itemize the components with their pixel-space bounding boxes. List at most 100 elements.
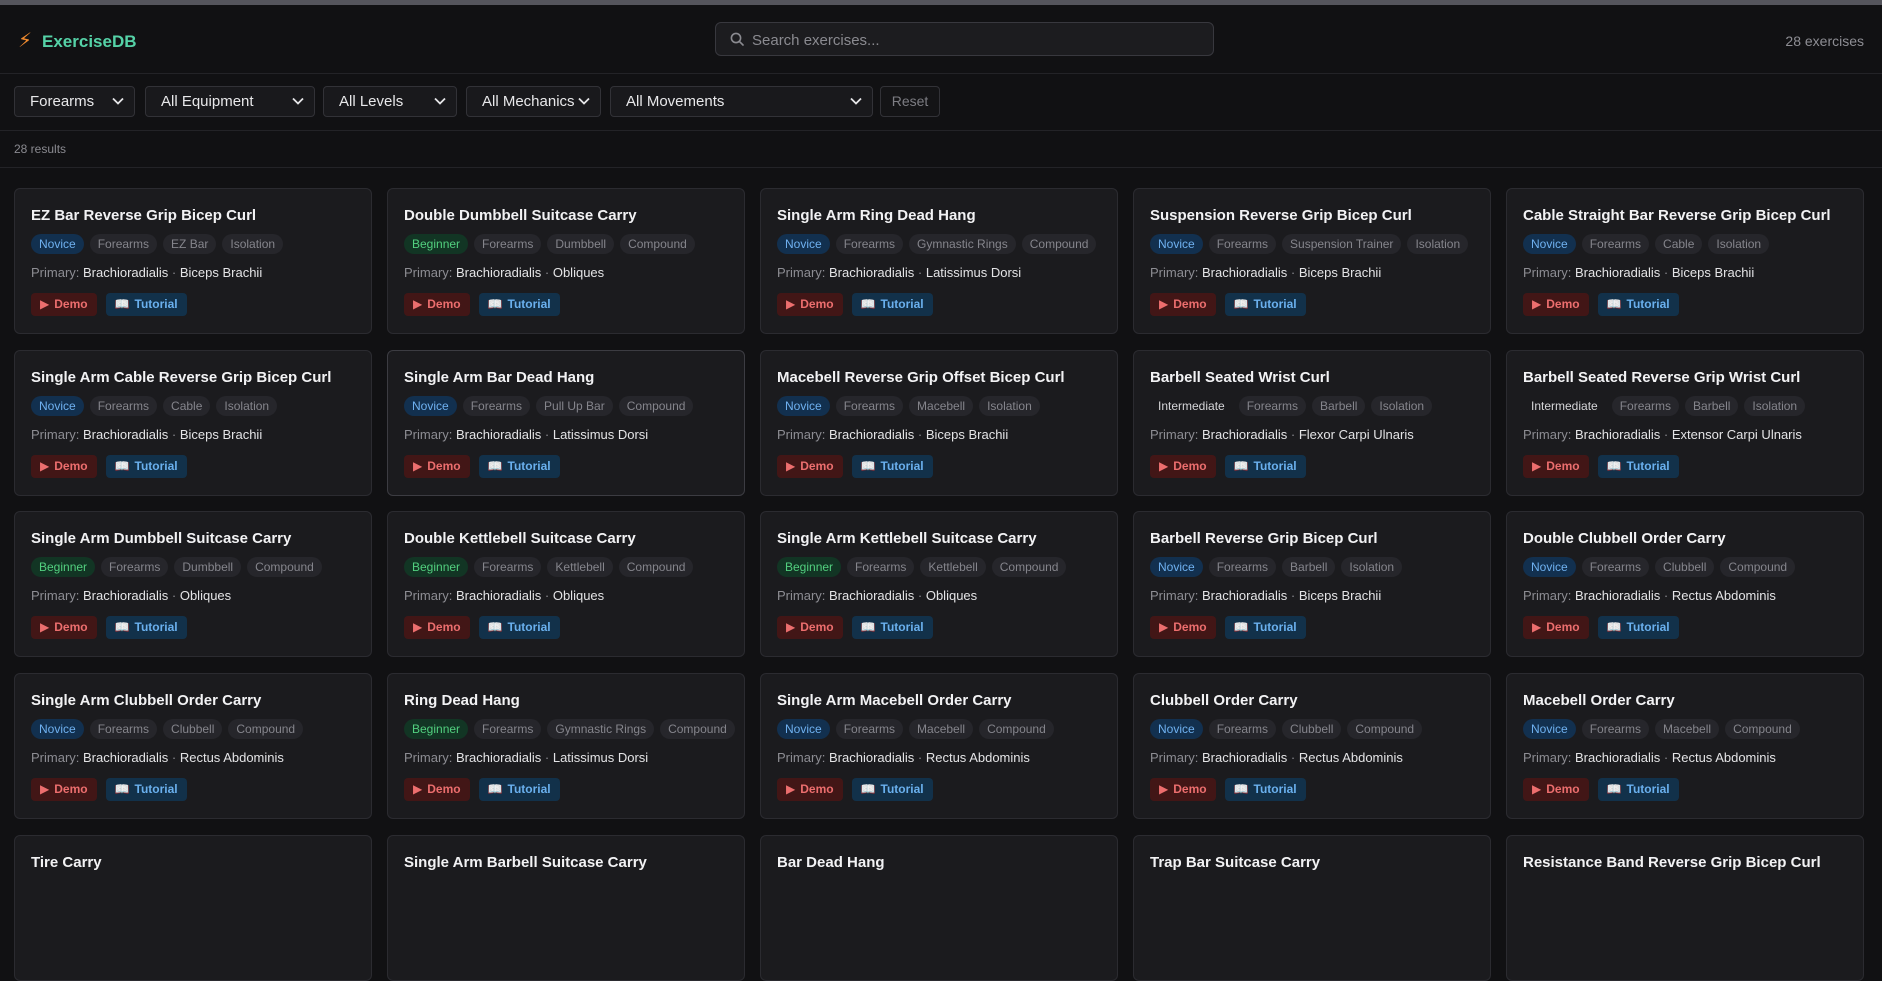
demo-button[interactable]: ▶ Demo (404, 293, 470, 316)
tutorial-button[interactable]: 📖 Tutorial (478, 455, 560, 478)
exercise-title[interactable]: Macebell Reverse Grip Offset Bicep Curl (777, 369, 1065, 386)
exercise-card[interactable]: Double Kettlebell Suitcase Carry Beginner… (387, 511, 745, 657)
tutorial-button[interactable]: 📖 Tutorial (1224, 616, 1306, 639)
demo-button[interactable]: ▶ Demo (1150, 616, 1216, 639)
exercise-card[interactable]: Resistance Band Reverse Grip Bicep Curl (1506, 835, 1864, 981)
demo-button[interactable]: ▶ Demo (777, 778, 843, 801)
exercise-card[interactable]: Double Clubbell Order Carry Novice Forearm… (1506, 511, 1864, 657)
demo-button[interactable]: ▶ Demo (31, 455, 97, 478)
exercise-card[interactable]: Single Arm Dumbbell Suitcase Carry Beginn… (14, 511, 372, 657)
muscle-filter-select[interactable]: Forearms (14, 86, 135, 117)
demo-button[interactable]: ▶ Demo (31, 778, 97, 801)
exercise-card[interactable]: Barbell Reverse Grip Bicep Curl Novice For… (1133, 511, 1491, 657)
equipment-filter-select[interactable]: All Equipment (145, 86, 315, 117)
exercise-title[interactable]: Bar Dead Hang (777, 854, 885, 871)
exercise-title[interactable]: Single Arm Kettlebell Suitcase Carry (777, 530, 1037, 547)
exercise-title[interactable]: Tire Carry (31, 854, 102, 871)
exercise-card[interactable]: Single Arm Bar Dead Hang Novice Forearms Pu… (387, 350, 745, 496)
demo-button[interactable]: ▶ Demo (777, 455, 843, 478)
demo-button[interactable]: ▶ Demo (404, 455, 470, 478)
exercise-title[interactable]: Double Dumbbell Suitcase Carry (404, 207, 637, 224)
level-filter-select[interactable]: All Levels (323, 86, 457, 117)
exercise-title[interactable]: Barbell Reverse Grip Bicep Curl (1150, 530, 1378, 547)
exercise-card[interactable]: Macebell Reverse Grip Offset Bicep Curl N… (760, 350, 1118, 496)
exercise-title[interactable]: Single Arm Macebell Order Carry (777, 692, 1012, 709)
exercise-title[interactable]: Resistance Band Reverse Grip Bicep Curl (1523, 854, 1821, 871)
exercise-card[interactable]: Single Arm Cable Reverse Grip Bicep Curl… (14, 350, 372, 496)
demo-button[interactable]: ▶ Demo (31, 293, 97, 316)
demo-button[interactable]: ▶ Demo (1523, 455, 1589, 478)
tutorial-button[interactable]: 📖 Tutorial (1597, 778, 1679, 801)
exercise-card[interactable]: Single Arm Kettlebell Suitcase Carry Begi… (760, 511, 1118, 657)
tutorial-button[interactable]: 📖 Tutorial (105, 293, 187, 316)
search-input[interactable]: Search exercises... (715, 22, 1214, 56)
exercise-card[interactable]: Clubbell Order Carry Novice Forearms Clubbe… (1133, 673, 1491, 819)
tutorial-button[interactable]: 📖 Tutorial (1597, 616, 1679, 639)
exercise-title[interactable]: Single Arm Barbell Suitcase Carry (404, 854, 647, 871)
tutorial-button[interactable]: 📖 Tutorial (478, 778, 560, 801)
exercise-title[interactable]: Barbell Seated Reverse Grip Wrist Curl (1523, 369, 1800, 386)
exercise-title[interactable]: Single Arm Clubbell Order Carry (31, 692, 261, 709)
demo-button[interactable]: ▶ Demo (1150, 778, 1216, 801)
exercise-title[interactable]: Single Arm Ring Dead Hang (777, 207, 976, 224)
tutorial-button[interactable]: 📖 Tutorial (478, 293, 560, 316)
exercise-card[interactable]: EZ Bar Reverse Grip Bicep Curl Novice Fore… (14, 188, 372, 334)
tutorial-button[interactable]: 📖 Tutorial (851, 455, 933, 478)
exercise-card[interactable]: Suspension Reverse Grip Bicep Curl Novice… (1133, 188, 1491, 334)
tutorial-button[interactable]: 📖 Tutorial (1224, 455, 1306, 478)
app-title[interactable]: ExerciseDB (42, 32, 137, 52)
tutorial-button[interactable]: 📖 Tutorial (1224, 778, 1306, 801)
exercise-title[interactable]: Single Arm Dumbbell Suitcase Carry (31, 530, 291, 547)
demo-button[interactable]: ▶ Demo (1150, 293, 1216, 316)
demo-button[interactable]: ▶ Demo (777, 616, 843, 639)
exercise-card[interactable]: Tire Carry (14, 835, 372, 981)
demo-button[interactable]: ▶ Demo (1150, 455, 1216, 478)
exercise-title[interactable]: Trap Bar Suitcase Carry (1150, 854, 1320, 871)
exercise-card[interactable]: Trap Bar Suitcase Carry (1133, 835, 1491, 981)
tutorial-button[interactable]: 📖 Tutorial (478, 616, 560, 639)
exercise-title[interactable]: Ring Dead Hang (404, 692, 520, 709)
exercise-title[interactable]: Double Kettlebell Suitcase Carry (404, 530, 636, 547)
demo-button[interactable]: ▶ Demo (1523, 293, 1589, 316)
demo-button[interactable]: ▶ Demo (404, 778, 470, 801)
tutorial-button[interactable]: 📖 Tutorial (105, 616, 187, 639)
exercise-card[interactable]: Single Arm Clubbell Order Carry Novice For… (14, 673, 372, 819)
demo-button[interactable]: ▶ Demo (1523, 616, 1589, 639)
exercise-card[interactable]: Double Dumbbell Suitcase Carry Beginner Fo… (387, 188, 745, 334)
exercise-card[interactable]: Single Arm Ring Dead Hang Novice Forearms G… (760, 188, 1118, 334)
demo-button[interactable]: ▶ Demo (31, 616, 97, 639)
exercise-card[interactable]: Barbell Seated Wrist Curl Intermediate For… (1133, 350, 1491, 496)
tutorial-button[interactable]: 📖 Tutorial (851, 616, 933, 639)
exercise-title[interactable]: Single Arm Bar Dead Hang (404, 369, 594, 386)
exercise-card[interactable]: Ring Dead Hang Beginner Forearms Gymnastic … (387, 673, 745, 819)
demo-button[interactable]: ▶ Demo (777, 293, 843, 316)
exercise-title[interactable]: EZ Bar Reverse Grip Bicep Curl (31, 207, 256, 224)
demo-button[interactable]: ▶ Demo (404, 616, 470, 639)
movements-filter-select[interactable]: All Movements (610, 86, 873, 117)
mechanics-filter-select[interactable]: All Mechanics (466, 86, 601, 117)
tutorial-button[interactable]: 📖 Tutorial (105, 778, 187, 801)
tutorial-button[interactable]: 📖 Tutorial (1597, 455, 1679, 478)
tutorial-button[interactable]: 📖 Tutorial (105, 455, 187, 478)
chevron-down-icon (112, 97, 124, 105)
exercise-title[interactable]: Suspension Reverse Grip Bicep Curl (1150, 207, 1412, 224)
tutorial-button[interactable]: 📖 Tutorial (851, 778, 933, 801)
tutorial-button[interactable]: 📖 Tutorial (1597, 293, 1679, 316)
exercise-title[interactable]: Barbell Seated Wrist Curl (1150, 369, 1330, 386)
tutorial-button[interactable]: 📖 Tutorial (851, 293, 933, 316)
exercise-card[interactable]: Single Arm Barbell Suitcase Carry (387, 835, 745, 981)
exercise-title[interactable]: Single Arm Cable Reverse Grip Bicep Curl (31, 369, 331, 386)
exercise-title[interactable]: Cable Straight Bar Reverse Grip Bicep Cu… (1523, 207, 1831, 224)
exercise-title[interactable]: Clubbell Order Carry (1150, 692, 1298, 709)
demo-button[interactable]: ▶ Demo (1523, 778, 1589, 801)
reset-button[interactable]: Reset (880, 86, 940, 117)
exercise-card[interactable]: Cable Straight Bar Reverse Grip Bicep Cu… (1506, 188, 1864, 334)
exercise-card[interactable]: Bar Dead Hang (760, 835, 1118, 981)
exercise-title[interactable]: Double Clubbell Order Carry (1523, 530, 1726, 547)
tag-list: Novice Forearms Clubbell Compound (1523, 557, 1796, 577)
exercise-card[interactable]: Macebell Order Carry Novice Forearms Macebe… (1506, 673, 1864, 819)
tutorial-button[interactable]: 📖 Tutorial (1224, 293, 1306, 316)
exercise-card[interactable]: Single Arm Macebell Order Carry Novice For… (760, 673, 1118, 819)
exercise-title[interactable]: Macebell Order Carry (1523, 692, 1675, 709)
exercise-card[interactable]: Barbell Seated Reverse Grip Wrist Curl In… (1506, 350, 1864, 496)
